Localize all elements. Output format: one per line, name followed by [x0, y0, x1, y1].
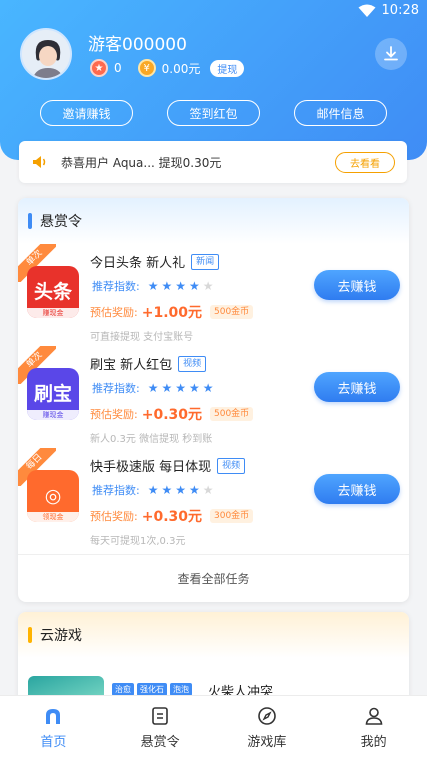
- task-item[interactable]: 每日 ◎ 领现金 快手极速版 每日体现 视频 推荐指数: ★★★★★ 预估奖励:…: [18, 448, 409, 552]
- app-icon-caption: 赚现金: [27, 308, 79, 318]
- reward-label: 预估奖励:: [90, 510, 138, 523]
- yen-coin-icon: ¥: [137, 59, 156, 77]
- task-tag: 新闻: [191, 253, 220, 270]
- avatar[interactable]: [20, 28, 72, 80]
- tab-mine[interactable]: 我的: [320, 696, 427, 759]
- task-item[interactable]: 单次 刷宝 赚现金 刷宝 新人红包 视频 推荐指数: ★★★★★ 预估奖励: +…: [18, 346, 409, 450]
- bounty-card: 悬赏令 单次 头条 赚现金 今日头条 新人礼 新闻 推荐指数: ★★★★★ 预估…: [18, 198, 409, 602]
- task-list-icon: [152, 707, 168, 725]
- games-title: 云游戏: [40, 628, 82, 644]
- rating-label: 推荐指数:: [92, 280, 140, 293]
- status-bar: 10:28: [358, 3, 419, 18]
- compass-icon: [258, 707, 276, 725]
- task-rating: 推荐指数: ★★★★★: [92, 278, 217, 294]
- section-bar: [28, 213, 32, 229]
- rating-label: 推荐指数:: [92, 484, 140, 497]
- balance-amount: 0.00元: [161, 61, 201, 76]
- app-icon-text: 头条: [33, 281, 72, 303]
- task-tag: 视频: [178, 355, 207, 372]
- task-tag: 视频: [217, 457, 246, 474]
- star-coin-icon: ★: [90, 59, 108, 77]
- app-icon-caption: 赚现金: [27, 410, 79, 420]
- checkin-redpacket-button[interactable]: 签到红包: [167, 100, 260, 126]
- tab-label: 首页: [40, 735, 67, 750]
- games-header: 云游戏: [18, 612, 409, 658]
- star-rating-icon: ★★★★★: [148, 483, 217, 497]
- task-name: 快手极速版 每日体现 视频: [90, 456, 246, 475]
- toutiao-app-icon: 头条 赚现金: [27, 266, 79, 318]
- reward-amount: +1.00元: [141, 305, 202, 321]
- earn-button[interactable]: 去赚钱: [314, 372, 400, 402]
- view-all-tasks-link[interactable]: 查看全部任务: [18, 554, 409, 602]
- speaker-icon: [33, 156, 46, 168]
- shuabao-app-icon: 刷宝 赚现金: [27, 368, 79, 420]
- withdraw-notice: 恭喜用户 Aqua... 提现0.30元 去看看: [19, 141, 407, 183]
- task-name: 刷宝 新人红包 视频: [90, 354, 207, 373]
- kuaishou-app-icon: ◎ 领现金: [27, 470, 79, 522]
- quick-actions: 邀请赚钱 签到红包 邮件信息: [40, 100, 387, 126]
- gold-badge: 500金币: [210, 305, 254, 319]
- mail-info-button[interactable]: 邮件信息: [294, 100, 387, 126]
- notice-text: 恭喜用户 Aqua... 提现0.30元: [61, 155, 222, 170]
- app-icon-text: 刷宝: [33, 383, 72, 405]
- gold-badge: 500金币: [210, 407, 254, 421]
- bounty-title: 悬赏令: [40, 214, 82, 230]
- gold-badge: 300金币: [210, 509, 254, 523]
- task-reward: 预估奖励: +0.30元 300金币: [90, 506, 254, 526]
- stars-filled: ★★★★: [147, 483, 203, 497]
- tab-home[interactable]: 首页: [0, 696, 107, 759]
- earn-button[interactable]: 去赚钱: [314, 474, 400, 504]
- earn-button[interactable]: 去赚钱: [314, 270, 400, 300]
- tab-label: 我的: [360, 735, 387, 750]
- task-title: 快手极速版 每日体现: [90, 460, 212, 475]
- task-reward: 预估奖励: +1.00元 500金币: [90, 302, 254, 322]
- download-button[interactable]: [375, 38, 407, 70]
- task-hint: 每天可提现1次,0.3元: [90, 536, 186, 547]
- profile-header: 10:28 游客000000 ★ 0 ¥ 0.00元 提现 邀请赚钱 签到红包 …: [0, 0, 427, 160]
- reward-label: 预估奖励:: [90, 306, 138, 319]
- task-title: 刷宝 新人红包: [90, 358, 173, 373]
- reward-amount: +0.30元: [141, 509, 202, 525]
- task-hint: 新人0.3元 微信提现 秒到账: [90, 434, 213, 445]
- username: 游客000000: [88, 35, 187, 55]
- stars-empty: ★: [202, 279, 217, 293]
- status-time: 10:28: [381, 3, 419, 18]
- task-hint: 可直接提现 支付宝账号: [90, 332, 194, 343]
- task-name: 今日头条 新人礼 新闻: [90, 252, 220, 271]
- tab-label: 悬赏令: [140, 735, 180, 750]
- avatar-image: [22, 30, 70, 78]
- reward-amount: +0.30元: [141, 407, 202, 423]
- task-rating: 推荐指数: ★★★★★: [92, 380, 217, 396]
- app-icon-caption: 领现金: [27, 512, 79, 522]
- stars-filled: ★★★★: [147, 279, 203, 293]
- wifi-icon: [358, 4, 376, 17]
- stars-filled: ★★★★★: [147, 381, 217, 395]
- app-icon-text: ◎: [44, 485, 62, 507]
- bottom-tab-bar: 首页 悬赏令 游戏库 我的: [0, 695, 427, 759]
- star-rating-icon: ★★★★★: [148, 279, 217, 293]
- task-title: 今日头条 新人礼: [90, 256, 186, 271]
- download-icon: [384, 46, 398, 61]
- invite-earn-button[interactable]: 邀请赚钱: [40, 100, 133, 126]
- home-icon: [46, 709, 61, 724]
- star-rating-icon: ★★★★★: [148, 381, 217, 395]
- user-icon: [365, 707, 382, 725]
- tab-bounty[interactable]: 悬赏令: [107, 696, 214, 759]
- reward-label: 预估奖励:: [90, 408, 138, 421]
- star-count: 0: [114, 61, 122, 75]
- task-reward: 预估奖励: +0.30元 500金币: [90, 404, 254, 424]
- section-bar: [28, 627, 32, 643]
- rating-label: 推荐指数:: [92, 382, 140, 395]
- balance-row: ★ 0 ¥ 0.00元 提现: [90, 59, 245, 77]
- task-item[interactable]: 单次 头条 赚现金 今日头条 新人礼 新闻 推荐指数: ★★★★★ 预估奖励: …: [18, 244, 409, 348]
- task-rating: 推荐指数: ★★★★★: [92, 482, 217, 498]
- withdraw-button[interactable]: 提现: [210, 59, 245, 77]
- tab-label: 游戏库: [247, 735, 287, 750]
- bounty-header: 悬赏令: [18, 198, 409, 244]
- tab-game-library[interactable]: 游戏库: [214, 696, 321, 759]
- notice-go-button[interactable]: 去看看: [335, 151, 395, 173]
- stars-empty: ★: [202, 483, 217, 497]
